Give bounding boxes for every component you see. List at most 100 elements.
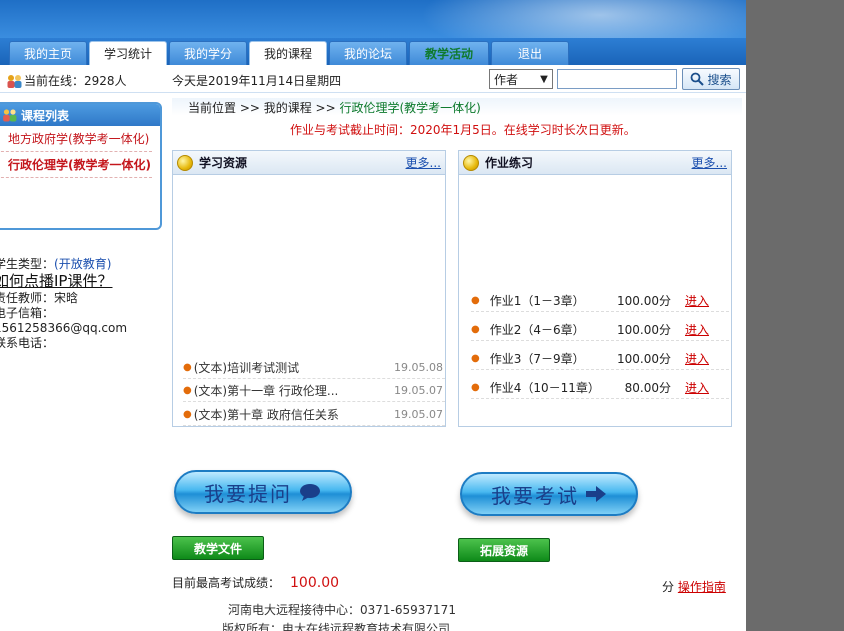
homework-name: 作业2（4－6章） [489, 323, 585, 337]
breadcrumb: 当前位置 >> 我的课程 >> 行政伦理学(教学考一体化) [172, 98, 742, 116]
homework-more-link[interactable]: 更多... [692, 154, 727, 171]
bullet-icon: ● [183, 361, 192, 373]
bulb-icon [463, 154, 479, 171]
chevron-down-icon: ▼ [540, 73, 548, 85]
bullet-icon: ● [471, 324, 480, 335]
bullet-icon: ● [471, 353, 480, 364]
homework-score: 100.00分 [617, 294, 671, 308]
study-resources-panel: 学习资源 更多... ● (文本)培训考试测试 19.05.08 ● (文本)第十一… [172, 150, 446, 427]
take-exam-button[interactable]: 我要考试 [460, 472, 638, 516]
highest-score-value: 100.00 [290, 575, 340, 591]
deadline-notice: 作业与考试截止时间：2020年1月5日。在线学习时长次日更新。 [290, 123, 636, 137]
breadcrumb-current: 行政伦理学(教学考一体化) [339, 100, 481, 115]
resource-date: 19.05.07 [394, 407, 443, 421]
phone-label: 联系电话： [0, 336, 55, 350]
homework-enter-link[interactable]: 进入 [685, 350, 709, 367]
resource-date: 19.05.07 [394, 383, 443, 397]
bullet-icon: ● [471, 295, 480, 306]
course-list-panel: 课程列表 地方政府学(教学考一体化) 行政伦理学(教学考一体化) [0, 102, 162, 230]
howto-ip-courseware-link[interactable]: 如何点播IP课件？ [0, 274, 127, 289]
course-list-title: 课程列表 [21, 108, 70, 123]
online-count-text: 当前在线：2928人 [24, 74, 127, 88]
teacher-name: 责任教师：宋晗 [0, 291, 79, 305]
student-info: 学生类型：(开放教育) 如何点播IP课件？ 责任教师：宋晗 电子信箱： 1561… [0, 257, 127, 351]
homework-name: 作业1（1－3章） [489, 294, 585, 308]
search-button[interactable]: 搜索 [682, 68, 740, 90]
tab-my-forum[interactable]: 我的论坛 [329, 41, 407, 65]
main-nav: 我的主页 学习统计 我的学分 我的课程 我的论坛 教学活动 退出 [9, 41, 571, 65]
teaching-docs-button[interactable]: 教学文件 [172, 536, 264, 560]
speech-bubble-icon [298, 483, 322, 501]
highest-score: 目前最高考试成绩： 100.00 [172, 574, 339, 591]
take-exam-label: 我要考试 [491, 483, 579, 508]
student-type-label: 学生类型： [0, 257, 55, 271]
tab-my-home[interactable]: 我的主页 [9, 41, 87, 65]
tab-study-stats[interactable]: 学习统计 [89, 41, 167, 65]
search-type-value: 作者 [494, 72, 519, 87]
ask-question-label: 我要提问 [204, 481, 292, 506]
homework-score: 80.00分 [624, 381, 671, 395]
table-row: ● 作业4（10－11章） 80.00分 进入 [471, 377, 729, 399]
email-value: 1561258366@qq.com [0, 321, 128, 335]
course-list-header: 课程列表 [0, 104, 160, 126]
guide-prefix: 分 [662, 580, 675, 594]
resource-date: 19.05.08 [394, 360, 443, 374]
homework-name: 作业4（10－11章） [489, 381, 600, 395]
resource-title: (文本)第十章 政府信任关系 [193, 407, 339, 422]
table-row: ● 作业1（1－3章） 100.00分 进入 [471, 290, 729, 312]
study-resources-header: 学习资源 更多... [173, 151, 445, 175]
search-input[interactable] [557, 69, 677, 89]
homework-enter-link[interactable]: 进入 [685, 379, 709, 396]
background-gray-area [746, 0, 844, 631]
search-type-select[interactable]: 作者 ▼ [489, 69, 553, 89]
ask-question-button[interactable]: 我要提问 [174, 470, 352, 514]
current-date: 今天是2019年11月14日星期四 [172, 74, 342, 88]
users-icon [3, 109, 17, 122]
tab-logout[interactable]: 退出 [491, 41, 569, 65]
list-item[interactable]: ● (文本)第十一章 行政伦理... 19.05.07 [183, 379, 445, 402]
breadcrumb-prefix: 当前位置 >> 我的课程 >> [188, 100, 340, 115]
tab-teaching-activities[interactable]: 教学活动 [409, 41, 489, 65]
users-icon [7, 74, 22, 88]
resources-more-link[interactable]: 更多... [406, 154, 441, 171]
bullet-icon: ● [183, 408, 192, 420]
operation-guide: 分 操作指南 [662, 578, 726, 595]
bulb-icon [177, 154, 193, 171]
operation-guide-link[interactable]: 操作指南 [678, 580, 726, 594]
arrow-right-icon [585, 486, 607, 502]
email-label: 电子信箱： [0, 306, 55, 320]
footer-copyright: 版权所有：电大在线远程教育技术有限公司 [222, 622, 451, 631]
homework-header: 作业练习 更多... [459, 151, 731, 175]
course-item[interactable]: 地方政府学(教学考一体化) [0, 126, 152, 152]
homework-score: 100.00分 [617, 323, 671, 337]
bullet-icon: ● [183, 384, 192, 396]
homework-title: 作业练习 [485, 156, 534, 170]
online-count: 当前在线：2928人 [6, 72, 127, 89]
homework-enter-link[interactable]: 进入 [685, 292, 709, 309]
list-item[interactable]: ● (文本)培训考试测试 19.05.08 [183, 356, 445, 379]
tab-my-credits[interactable]: 我的学分 [169, 41, 247, 65]
course-item[interactable]: 行政伦理学(教学考一体化) [0, 152, 152, 178]
footer-contact: 河南电大远程接待中心：0371-65937171 [228, 603, 456, 617]
resource-title: (文本)第十一章 行政伦理... [193, 383, 339, 398]
homework-score: 100.00分 [617, 352, 671, 366]
homework-name: 作业3（7－9章） [489, 352, 585, 366]
table-row: ● 作业3（7－9章） 100.00分 进入 [471, 348, 729, 370]
extended-resources-button[interactable]: 拓展资源 [458, 538, 550, 562]
table-row: ● 作业2（4－6章） 100.00分 进入 [471, 319, 729, 341]
page: 我的主页 学习统计 我的学分 我的课程 我的论坛 教学活动 退出 当前在线：29… [0, 0, 746, 631]
search-button-label: 搜索 [707, 72, 732, 87]
study-resources-title: 学习资源 [199, 156, 248, 170]
student-type-value[interactable]: (开放教育) [54, 257, 111, 271]
highest-score-label: 目前最高考试成绩： [172, 576, 281, 590]
list-item[interactable]: ● (文本)第十章 政府信任关系 19.05.07 [183, 403, 445, 426]
search-icon [691, 72, 705, 86]
top-info-bar: 当前在线：2928人 今天是2019年11月14日星期四 作者 ▼ 搜索 [0, 65, 746, 93]
study-resources-title-wrap: 学习资源 [177, 154, 247, 171]
bullet-icon: ● [471, 382, 480, 393]
tab-my-courses[interactable]: 我的课程 [249, 41, 327, 65]
homework-enter-link[interactable]: 进入 [685, 321, 709, 338]
homework-panel: 作业练习 更多... ● 作业1（1－3章） 100.00分 进入 ● 作业2（4－… [458, 150, 732, 427]
homework-title-wrap: 作业练习 [463, 154, 533, 171]
resource-title: (文本)培训考试测试 [193, 360, 300, 375]
